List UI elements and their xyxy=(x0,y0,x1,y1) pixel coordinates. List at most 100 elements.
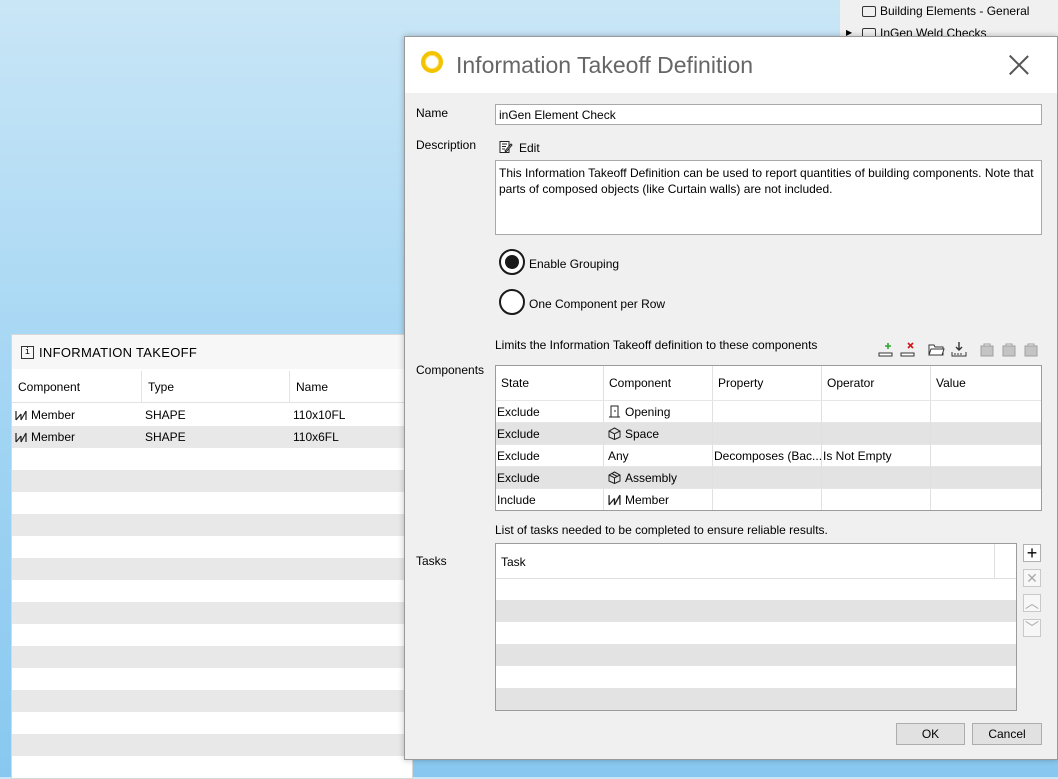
cell-component: Member xyxy=(12,404,142,426)
cell-state: Exclude xyxy=(496,444,604,466)
cell-name: 110x6FL xyxy=(293,430,339,444)
component-text: Assembly xyxy=(625,471,678,485)
information-takeoff-panel: i INFORMATION TAKEOFF Component Type Nam… xyxy=(11,334,413,779)
tree-item-label: Building Elements - General xyxy=(880,4,1030,18)
disabled-action-icon-3[interactable] xyxy=(1022,341,1040,357)
move-task-up-button[interactable]: ︿ xyxy=(1023,594,1041,612)
name-field[interactable] xyxy=(495,104,1042,125)
close-button[interactable] xyxy=(1003,49,1035,81)
cell-value xyxy=(931,466,1041,488)
column-header-task[interactable]: Task xyxy=(501,555,526,569)
table-row[interactable]: Exclude Assembly xyxy=(496,466,1041,488)
cell-value xyxy=(931,488,1041,510)
cell-property xyxy=(713,466,822,488)
empty-row xyxy=(496,688,1016,710)
cell-value xyxy=(931,422,1041,444)
cancel-button[interactable]: Cancel xyxy=(972,723,1042,745)
space-icon xyxy=(608,427,621,441)
column-header-property[interactable]: Property xyxy=(713,366,822,400)
tasks-label: Tasks xyxy=(416,554,447,568)
enable-grouping-radio[interactable] xyxy=(499,249,525,275)
cell-value xyxy=(931,444,1041,466)
empty-row xyxy=(496,644,1016,666)
add-task-button[interactable]: + xyxy=(1023,544,1041,562)
component-text: Member xyxy=(625,493,670,507)
empty-row xyxy=(12,580,412,602)
cell-component: Assembly xyxy=(604,466,713,488)
description-field[interactable]: This Information Takeoff Definition can … xyxy=(495,160,1042,235)
cell-value xyxy=(931,400,1041,422)
move-task-down-button[interactable]: ﹀ xyxy=(1023,619,1041,637)
ok-button[interactable]: OK xyxy=(896,723,965,745)
save-download-icon[interactable] xyxy=(950,341,968,357)
cell-property xyxy=(713,400,822,422)
tasks-table: Task xyxy=(495,543,1017,711)
cell-state: Exclude xyxy=(496,400,604,422)
disabled-action-icon-1[interactable] xyxy=(978,341,996,357)
tasks-hint: List of tasks needed to be completed to … xyxy=(495,523,828,537)
one-component-per-row-label[interactable]: One Component per Row xyxy=(529,297,665,311)
table-row[interactable]: Exclude Space xyxy=(496,422,1041,444)
enable-grouping-label[interactable]: Enable Grouping xyxy=(529,257,619,271)
cell-property xyxy=(713,488,822,510)
component-text: Member xyxy=(31,430,76,444)
empty-row xyxy=(496,600,1016,622)
table-row[interactable]: Member SHAPE 110x6FL xyxy=(12,426,412,448)
empty-row xyxy=(12,734,412,756)
empty-row xyxy=(12,602,412,624)
empty-row xyxy=(12,690,412,712)
disabled-action-icon-2[interactable] xyxy=(1000,341,1018,357)
cell-operator xyxy=(822,466,931,488)
column-header-operator[interactable]: Operator xyxy=(822,366,931,400)
column-header-component[interactable]: Component xyxy=(604,366,713,400)
column-header-state[interactable]: State xyxy=(496,366,604,400)
empty-row xyxy=(496,578,1016,600)
add-component-icon[interactable] xyxy=(878,341,896,357)
table-row[interactable]: Member SHAPE 110x10FL xyxy=(12,404,412,426)
cell-state: Include xyxy=(496,488,604,510)
dialog-title: Information Takeoff Definition xyxy=(456,52,754,78)
cell-component: Member xyxy=(604,488,713,510)
one-component-per-row-radio[interactable] xyxy=(499,289,525,315)
remove-task-button[interactable]: ✕ xyxy=(1023,569,1041,587)
panel-title: INFORMATION TAKEOFF xyxy=(39,345,198,360)
empty-row xyxy=(12,646,412,668)
cell-state: Exclude xyxy=(496,466,604,488)
tree-item-building-elements[interactable]: Building Elements - General xyxy=(840,0,1058,22)
empty-row xyxy=(12,448,412,470)
app-logo-icon xyxy=(421,51,443,73)
table-row[interactable]: Exclude Opening xyxy=(496,400,1041,422)
cell-component: Opening xyxy=(604,400,713,422)
edit-icon xyxy=(499,141,513,153)
components-table: State Component Property Operator Value … xyxy=(495,365,1042,511)
edit-label: Edit xyxy=(519,141,540,155)
open-folder-icon[interactable] xyxy=(928,341,946,357)
info-icon: i xyxy=(21,346,34,359)
component-text: Space xyxy=(625,427,660,441)
column-header-component[interactable]: Component xyxy=(12,371,142,403)
cell-component: Any xyxy=(604,444,713,466)
remove-component-icon[interactable] xyxy=(900,341,918,357)
column-header-value[interactable]: Value xyxy=(931,366,1041,400)
cell-property xyxy=(713,422,822,444)
member-icon xyxy=(15,410,27,421)
tasks-header: Task xyxy=(496,544,1016,579)
column-header-type[interactable]: Type xyxy=(142,371,290,403)
cell-type: SHAPE xyxy=(145,408,186,422)
table-row[interactable]: Include Member xyxy=(496,488,1041,510)
empty-row xyxy=(496,666,1016,688)
empty-row xyxy=(12,536,412,558)
empty-row xyxy=(12,514,412,536)
cell-component: Member xyxy=(12,426,142,448)
dialog-title-bar: Information Takeoff Definition xyxy=(405,37,1057,93)
component-text: Member xyxy=(31,408,76,422)
takeoff-definition-dialog: Information Takeoff Definition Name Desc… xyxy=(404,36,1058,760)
empty-row xyxy=(12,668,412,690)
description-label: Description xyxy=(416,138,477,152)
cell-property: Decomposes (Bac... xyxy=(713,444,822,466)
component-text: Opening xyxy=(625,405,671,419)
column-header-name[interactable]: Name xyxy=(290,371,412,403)
table-row[interactable]: Exclude Any Decomposes (Bac... Is Not Em… xyxy=(496,444,1041,466)
assembly-icon xyxy=(608,471,621,485)
empty-row xyxy=(12,492,412,514)
